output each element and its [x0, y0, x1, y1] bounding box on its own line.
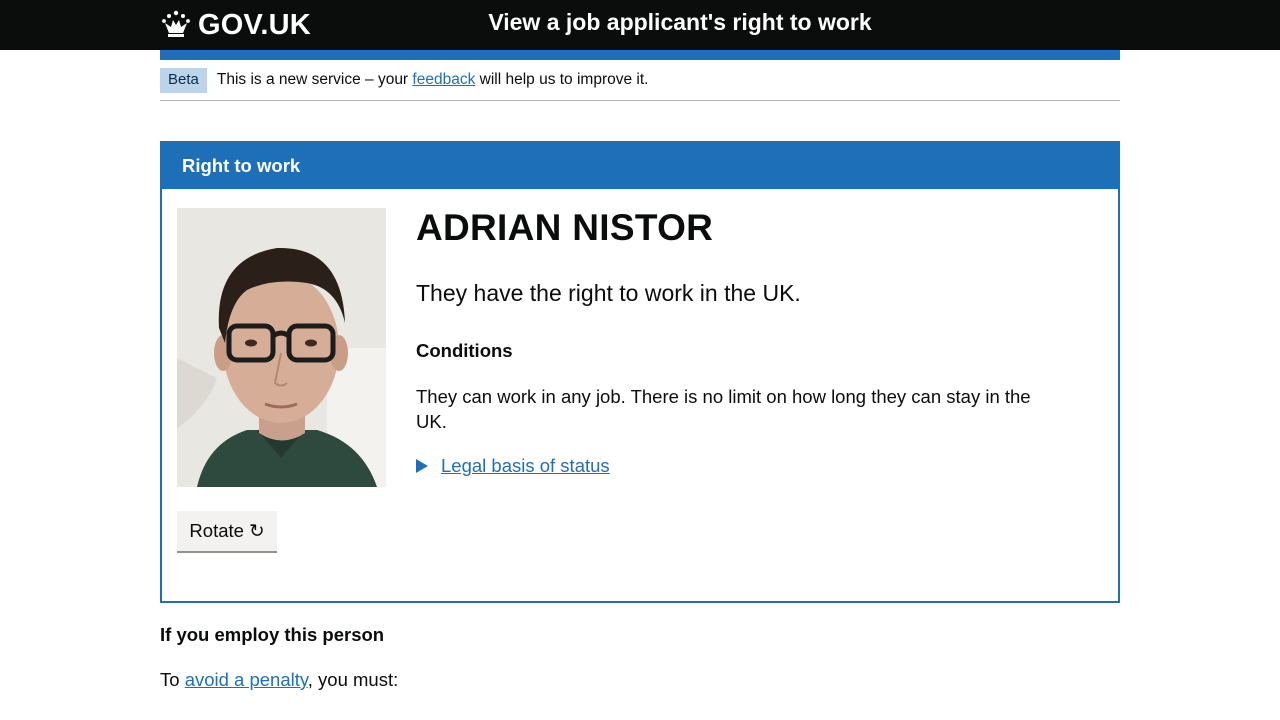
conditions-text: They can work in any job. There is no li…: [416, 386, 1031, 432]
phase-tag: Beta: [160, 67, 207, 93]
govuk-logo-link[interactable]: GOV.UK: [160, 5, 311, 45]
employ-text-before: To: [160, 669, 185, 690]
employ-text-after: , you must:: [307, 669, 399, 690]
phase-text-before: This is a new service – your: [216, 71, 413, 88]
phase-banner: Beta This is a new service – your feedba…: [160, 60, 1120, 101]
avoid-penalty-link[interactable]: avoid a penalty: [185, 669, 308, 690]
service-name[interactable]: View a job applicant's right to work: [440, 9, 920, 36]
status-text: They have the right to work in the UK.: [416, 280, 801, 306]
phase-text: This is a new service – your feedback wi…: [217, 71, 649, 89]
legal-basis-link[interactable]: Legal basis of status: [441, 455, 610, 477]
legal-basis-details[interactable]: Legal basis of status: [416, 455, 610, 477]
panel-title: Right to work: [162, 143, 1118, 189]
site-header: GOV.UK View a job applicant's right to w…: [0, 0, 1280, 50]
crown-icon: [162, 10, 190, 37]
employ-heading: If you employ this person: [160, 624, 385, 645]
feedback-link[interactable]: feedback: [412, 71, 475, 88]
employ-text: To avoid a penalty, you must:: [160, 669, 398, 691]
triangle-right-icon: [416, 459, 428, 473]
rotate-button[interactable]: Rotate ↻: [177, 511, 277, 551]
right-to-work-panel: Right to work Rotate ↻ ADRIAN NISTOR The…: [160, 141, 1120, 603]
person-name: ADRIAN NISTOR: [416, 207, 714, 248]
header-blue-bar: [160, 50, 1120, 60]
conditions-heading: Conditions: [416, 340, 513, 361]
logo-text: GOV.UK: [198, 8, 311, 41]
phase-text-after: will help us to improve it.: [475, 71, 649, 88]
applicant-photo: [177, 208, 386, 487]
